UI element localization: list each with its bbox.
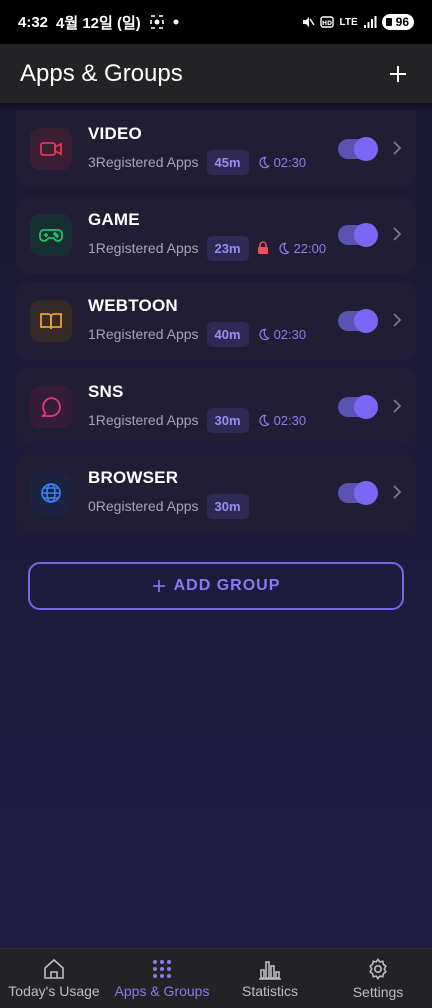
video-camera-icon — [40, 142, 62, 156]
bar-chart-icon — [259, 961, 281, 980]
registered-apps-count: 1Registered Apps — [88, 412, 199, 428]
group-card-sns[interactable]: SNS 1Registered Apps 30m 02:30 — [16, 368, 416, 446]
chevron-right-icon[interactable] — [392, 484, 402, 500]
registered-apps-count: 1Registered Apps — [88, 240, 199, 256]
add-group-button[interactable]: ADD GROUP — [28, 562, 404, 610]
chevron-right-icon[interactable] — [392, 312, 402, 328]
sleep-time-value: 02:30 — [273, 326, 307, 342]
group-toggle[interactable] — [338, 309, 378, 333]
nav-apps-groups-label: Apps & Groups — [114, 983, 210, 999]
grid-dots-icon — [153, 960, 171, 978]
notification-dot-icon — [173, 19, 179, 25]
nav-settings-label: Settings — [352, 984, 404, 1000]
book-icon — [40, 313, 62, 330]
group-toggle[interactable] — [338, 395, 378, 419]
nav-settings[interactable]: Settings — [324, 949, 432, 1008]
group-icon-box — [30, 128, 72, 170]
moon-icon — [279, 242, 290, 254]
group-card-webtoon[interactable]: WEBTOON 1Registered Apps 40m 02:30 — [16, 282, 416, 360]
status-time: 4:32 — [18, 13, 49, 31]
plus-icon — [390, 65, 406, 82]
time-limit-badge: 30m — [206, 493, 249, 519]
time-limit-badge: 45m — [206, 149, 249, 175]
sleep-time: 02:30 — [257, 326, 307, 342]
svg-text:HD: HD — [322, 20, 332, 27]
toggle-knob — [354, 223, 378, 247]
screenshot-icon — [149, 14, 165, 30]
nav-statistics-label: Statistics — [241, 983, 298, 999]
sleep-time-value: 02:30 — [273, 412, 307, 428]
add-button[interactable] — [384, 60, 412, 88]
group-icon-box — [30, 300, 72, 342]
status-date: 4월 12일 (일) — [56, 14, 141, 32]
chevron-right-icon[interactable] — [392, 398, 402, 414]
group-toggle[interactable] — [338, 481, 378, 505]
toggle-knob — [354, 137, 378, 161]
gear-icon — [369, 958, 387, 980]
page-title: Apps & Groups — [20, 59, 183, 87]
plus-icon — [152, 580, 165, 592]
chevron-right-icon[interactable] — [392, 226, 402, 242]
gamepad-icon — [39, 229, 63, 242]
toggle-knob — [354, 395, 378, 419]
group-toggle[interactable] — [338, 137, 378, 161]
group-card-video[interactable]: VIDEO 3Registered Apps 45m 02:30 — [16, 110, 416, 188]
registered-apps-count: 0Registered Apps — [88, 498, 199, 514]
nav-today-usage[interactable]: Today's Usage — [0, 949, 108, 1008]
add-group-label: ADD GROUP — [173, 577, 281, 594]
hd-voice-icon: HD — [320, 15, 335, 29]
moon-icon — [259, 414, 270, 426]
registered-apps-count: 1Registered Apps — [88, 326, 199, 342]
group-icon-box — [30, 214, 72, 256]
sleep-time-value: 02:30 — [273, 154, 307, 170]
moon-icon — [259, 156, 270, 168]
group-icon-box — [30, 386, 72, 428]
chevron-right-icon[interactable] — [392, 140, 402, 156]
globe-icon — [41, 483, 61, 503]
group-card-game[interactable]: GAME 1Registered Apps 23m 22:00 — [16, 196, 416, 274]
group-toggle[interactable] — [338, 223, 378, 247]
app-bar: Apps & Groups — [0, 44, 432, 103]
status-bar: 4:32 4월 12일 (일) HD LTE 96 — [0, 0, 432, 44]
mute-icon — [301, 15, 316, 29]
toggle-knob — [354, 481, 378, 505]
bottom-nav: Today's Usage Apps & Groups Statistics S… — [0, 948, 432, 1008]
nav-statistics[interactable]: Statistics — [216, 949, 324, 1008]
sleep-time-value: 22:00 — [293, 240, 327, 256]
network-type: LTE — [339, 16, 358, 28]
time-limit-badge: 40m — [206, 321, 249, 347]
sleep-time: 02:30 — [257, 154, 307, 170]
chat-bubble-icon — [41, 397, 61, 417]
toggle-knob — [354, 309, 378, 333]
moon-icon — [259, 328, 270, 340]
lock-icon — [257, 241, 269, 255]
group-list: VIDEO 3Registered Apps 45m 02:30 GAME 1R… — [16, 110, 416, 540]
home-icon — [44, 958, 64, 979]
time-limit-badge: 23m — [206, 235, 249, 261]
nav-apps-groups[interactable]: Apps & Groups — [108, 949, 216, 1008]
sleep-time: 22:00 — [277, 240, 327, 256]
group-card-browser[interactable]: BROWSER 0Registered Apps 30m — [16, 454, 416, 532]
time-limit-badge: 30m — [206, 407, 249, 433]
group-icon-box — [30, 472, 72, 514]
sleep-time: 02:30 — [257, 412, 307, 428]
registered-apps-count: 3Registered Apps — [88, 154, 199, 170]
battery-indicator: 96 — [381, 14, 414, 30]
nav-today-usage-label: Today's Usage — [8, 983, 100, 999]
signal-icon — [363, 15, 377, 29]
